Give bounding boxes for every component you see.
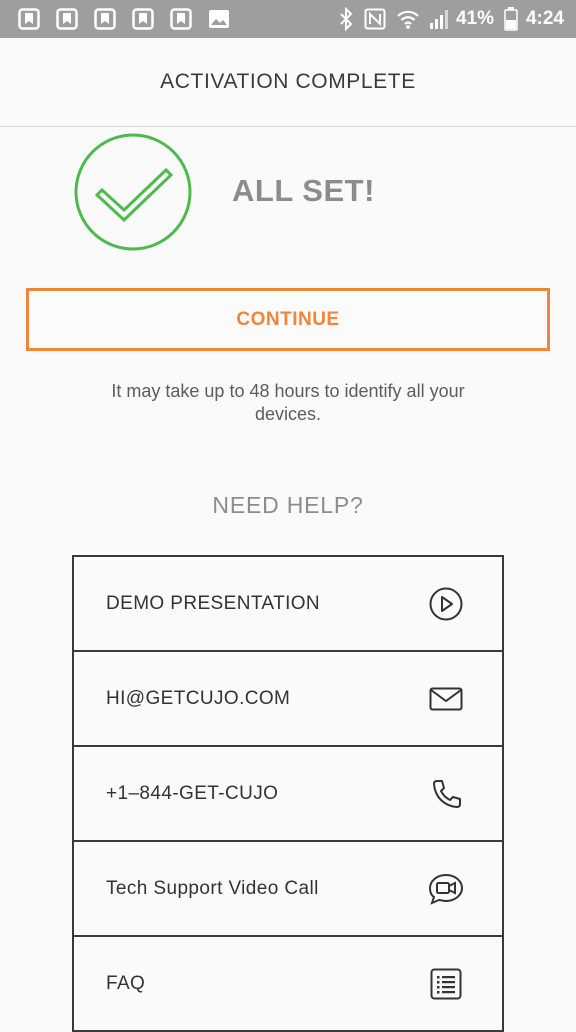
success-message: ALL SET!	[232, 173, 375, 208]
battery-icon	[504, 7, 518, 31]
help-item-label: HI@GETCUJO.COM	[106, 687, 291, 709]
help-heading: NEED HELP?	[212, 492, 364, 518]
help-list: DEMO PRESENTATION HI@GETCUJO.COM +1–844-…	[72, 555, 504, 1032]
page-title: ACTIVATION COMPLETE	[160, 70, 416, 93]
bookmark-app-icon	[56, 8, 78, 30]
success-section: ALL SET!	[74, 133, 514, 251]
help-item-email[interactable]: HI@GETCUJO.COM	[74, 652, 502, 747]
bookmark-app-icon	[94, 8, 116, 30]
help-item-phone[interactable]: +1–844-GET-CUJO	[74, 747, 502, 842]
image-icon	[209, 10, 229, 28]
bookmark-app-icon	[170, 8, 192, 30]
signal-icon	[429, 10, 448, 29]
check-circle-icon	[74, 133, 192, 251]
nfc-icon	[364, 8, 386, 30]
app-header: ACTIVATION COMPLETE	[0, 38, 576, 127]
help-item-label: DEMO PRESENTATION	[106, 592, 321, 614]
help-item-label: Tech Support Video Call	[106, 877, 319, 899]
list-icon	[428, 966, 464, 1002]
bookmark-app-icon	[132, 8, 154, 30]
help-item-faq[interactable]: FAQ	[74, 937, 502, 1032]
clock: 4:24	[525, 8, 564, 29]
video-call-icon	[428, 871, 464, 907]
help-item-video-call[interactable]: Tech Support Video Call	[74, 842, 502, 937]
continue-button[interactable]: CONTINUE	[26, 288, 550, 351]
info-message: It may take up to 48 hours to identify a…	[111, 381, 465, 424]
bluetooth-icon	[340, 7, 353, 31]
status-bar: 41% 4:24	[0, 0, 576, 38]
play-icon	[428, 586, 464, 622]
help-item-label: FAQ	[106, 972, 146, 994]
battery-percentage: 41%	[455, 8, 494, 29]
help-item-demo-presentation[interactable]: DEMO PRESENTATION	[74, 557, 502, 652]
notification-icons	[18, 8, 246, 30]
system-icons: 41% 4:24	[328, 7, 564, 31]
email-icon	[428, 681, 464, 717]
bookmark-app-icon	[18, 8, 40, 30]
help-item-label: +1–844-GET-CUJO	[106, 782, 279, 804]
wifi-icon	[397, 10, 419, 29]
phone-icon	[428, 776, 464, 812]
